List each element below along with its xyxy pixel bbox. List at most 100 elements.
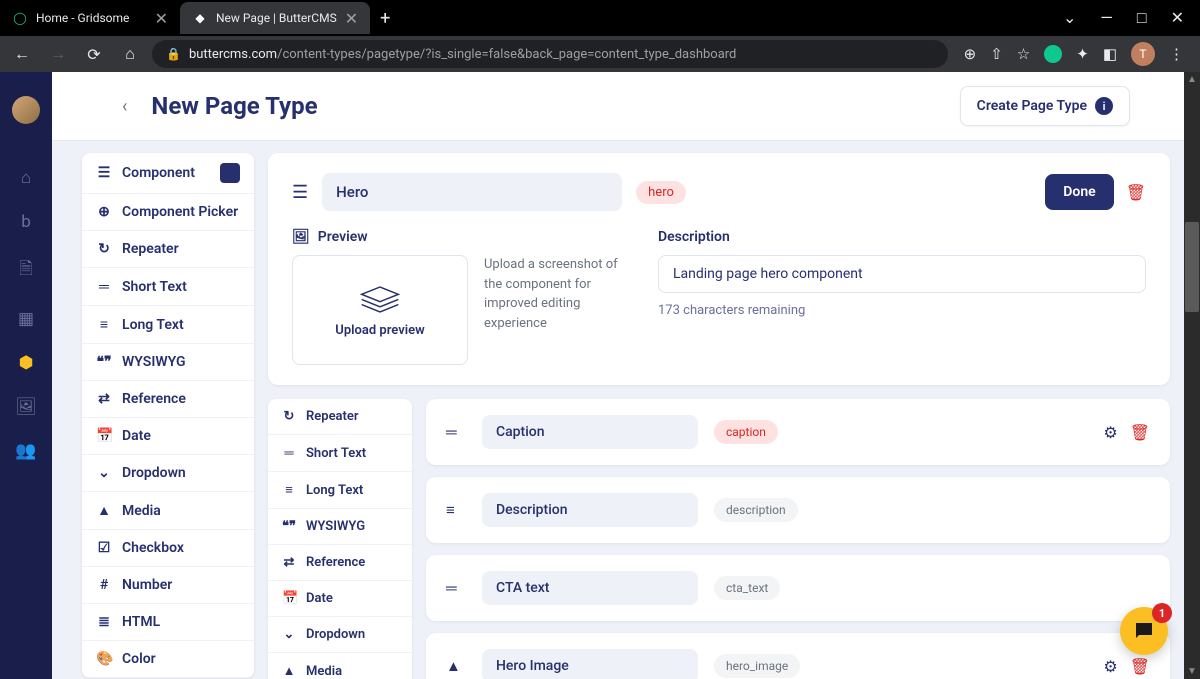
field-card-hero_image: ▲hero_image⚙🗑 <box>426 633 1170 679</box>
inner-sidebar-item-media[interactable]: ▲Media <box>268 653 412 679</box>
url-bar[interactable]: 🔒 buttercms.com/content-types/pagetype/?… <box>152 40 948 68</box>
color-icon: 🎨 <box>96 651 112 667</box>
tab-gridsome[interactable]: ◯ Home - Gridsome ✕ <box>0 2 180 34</box>
sidebar-item-label: Long Text <box>306 483 363 498</box>
inner-sidebar-item-date[interactable]: 📅Date <box>268 581 412 617</box>
content-types-icon[interactable]: ⬢ <box>19 353 34 373</box>
sidebar-item-number[interactable]: #Number <box>82 567 254 604</box>
extensions-icon[interactable]: ✦ <box>1076 45 1089 63</box>
profile-avatar[interactable]: T <box>1131 42 1155 66</box>
inner-sidebar-item-reference[interactable]: ⇄Reference <box>268 545 412 581</box>
sidebar-item-label: Dropdown <box>122 465 186 481</box>
back-arrow-icon[interactable]: ‹ <box>122 96 127 117</box>
upload-preview-button[interactable]: Upload preview <box>292 255 468 365</box>
fields-list: ═caption⚙🗑≡description═cta_text▲hero_ima… <box>426 399 1170 679</box>
collections-icon[interactable]: ▦ <box>18 309 34 329</box>
media-icon[interactable]: 🖼 <box>15 397 37 417</box>
picker-icon: ⊕ <box>96 204 112 220</box>
create-page-type-button[interactable]: Create Page Type i <box>960 86 1130 126</box>
blog-icon[interactable]: b <box>21 212 31 232</box>
reload-button[interactable]: ⟳ <box>80 45 108 64</box>
inner-sidebar-item-dropdown[interactable]: ⌄Dropdown <box>268 617 412 653</box>
inner-sidebar-item-repeater[interactable]: ↻Repeater <box>268 399 412 435</box>
menu-icon[interactable]: ⋮ <box>1169 45 1184 63</box>
tab-buttercms[interactable]: ◆ New Page | ButterCMS ✕ <box>180 2 370 34</box>
field-name-input[interactable] <box>482 415 698 449</box>
html-icon: ≣ <box>96 614 112 630</box>
inner-sidebar-item-wysiwyg[interactable]: ❝❞WYSIWYG <box>268 509 412 545</box>
sidebar-item-checkbox[interactable]: ☑Checkbox <box>82 530 254 567</box>
trash-icon[interactable]: 🗑 <box>1130 657 1150 676</box>
scroll-up-icon[interactable]: ▲ <box>1187 74 1197 85</box>
preview-help-text: Upload a screenshot of the component for… <box>484 255 622 365</box>
scrollbar-thumb[interactable] <box>1185 222 1199 312</box>
date-icon: 📅 <box>96 428 112 444</box>
inner-sidebar-item-long-text[interactable]: ≡Long Text <box>268 472 412 509</box>
media-icon: ▲ <box>446 657 466 675</box>
intercom-chat-button[interactable]: 1 <box>1120 607 1168 655</box>
sidebar-item-color[interactable]: 🎨Color <box>82 641 254 678</box>
sidebar-item-html[interactable]: ≣ HTML <box>82 604 254 641</box>
preview-label: 🖼 Preview <box>292 229 622 245</box>
library-badge-icon[interactable] <box>220 163 240 183</box>
sidebar-item-repeater[interactable]: ↻Repeater <box>82 231 254 268</box>
inner-sidebar-item-short-text[interactable]: ═Short Text <box>268 435 412 472</box>
forward-button[interactable]: → <box>44 44 72 64</box>
sidebar-item-long-text[interactable]: ≡Long Text <box>82 306 254 344</box>
number-icon: # <box>96 577 112 593</box>
description-input[interactable] <box>658 255 1146 293</box>
done-button[interactable]: Done <box>1045 174 1113 210</box>
home-button[interactable]: ⌂ <box>116 44 144 64</box>
home-icon[interactable]: ⌂ <box>21 168 31 188</box>
sidebar-item-component-picker[interactable]: ⊕ Component Picker <box>82 194 254 231</box>
user-avatar[interactable] <box>12 96 40 124</box>
component-name-input[interactable] <box>322 173 622 211</box>
sidebar-item-label: Repeater <box>122 241 179 257</box>
sidebar-item-wysiwyg[interactable]: ❝❞WYSIWYG <box>82 344 254 381</box>
share-icon[interactable]: ⇧ <box>990 45 1003 63</box>
users-icon[interactable]: 👥 <box>15 441 36 461</box>
close-window-icon[interactable]: ✕ <box>1171 8 1184 28</box>
zoom-icon[interactable]: ⊕ <box>964 45 977 63</box>
sidebar-item-label: HTML <box>122 614 160 630</box>
grammarly-extension-icon[interactable] <box>1044 45 1062 63</box>
short-icon: ═ <box>282 445 296 461</box>
inner-field-types-sidebar: ↻Repeater═Short Text≡Long Text❝❞WYSIWYG⇄… <box>268 399 412 679</box>
sidepanel-icon[interactable]: ◧ <box>1103 45 1117 63</box>
chevron-down-icon[interactable]: ⌄ <box>1063 8 1076 28</box>
bookmark-icon[interactable]: ☆ <box>1017 45 1030 63</box>
gear-icon[interactable]: ⚙ <box>1103 423 1117 442</box>
scroll-down-icon[interactable]: ▼ <box>1187 666 1197 677</box>
scrollbar[interactable]: ▲ ▼ <box>1184 72 1200 679</box>
sidebar-item-label: Media <box>122 503 161 519</box>
field-slug-badge: cta_text <box>714 576 780 600</box>
trash-icon[interactable]: 🗑 <box>1126 183 1146 202</box>
description-label: Description <box>658 229 1146 245</box>
field-name-input[interactable] <box>482 649 698 679</box>
pages-icon[interactable]: 🗎 <box>19 256 33 285</box>
maximize-icon[interactable]: □ <box>1137 8 1147 28</box>
gear-icon[interactable]: ⚙ <box>1103 657 1117 676</box>
lock-icon: 🔒 <box>166 47 181 61</box>
field-name-input[interactable] <box>482 493 698 527</box>
minimize-icon[interactable]: ― <box>1100 8 1113 28</box>
close-icon[interactable]: ✕ <box>345 9 358 28</box>
tab-title: Home - Gridsome <box>36 11 147 25</box>
new-tab-button[interactable]: + <box>370 8 400 29</box>
sidebar-item-label: WYSIWYG <box>122 354 186 370</box>
app-left-nav: ⌂ b 🗎 ▦ ⬢ 🖼 👥 <box>0 72 52 679</box>
back-button[interactable]: ← <box>8 44 36 64</box>
sidebar-item-dropdown[interactable]: ⌄Dropdown <box>82 455 254 492</box>
dropdown-icon: ⌄ <box>282 627 296 642</box>
tab-title: New Page | ButterCMS <box>216 11 337 25</box>
sidebar-item-reference[interactable]: ⇄Reference <box>82 381 254 418</box>
sidebar-item-component[interactable]: ☰Component <box>82 153 254 194</box>
media-icon: ▲ <box>282 663 296 679</box>
trash-icon[interactable]: 🗑 <box>1130 423 1150 442</box>
close-icon[interactable]: ✕ <box>155 9 168 28</box>
sidebar-item-short-text[interactable]: ═Short Text <box>82 268 254 306</box>
field-name-input[interactable] <box>482 571 698 605</box>
sidebar-item-media[interactable]: ▲Media <box>82 492 254 530</box>
sidebar-item-date[interactable]: 📅Date <box>82 418 254 455</box>
sidebar-item-label: Component Picker <box>122 204 238 220</box>
